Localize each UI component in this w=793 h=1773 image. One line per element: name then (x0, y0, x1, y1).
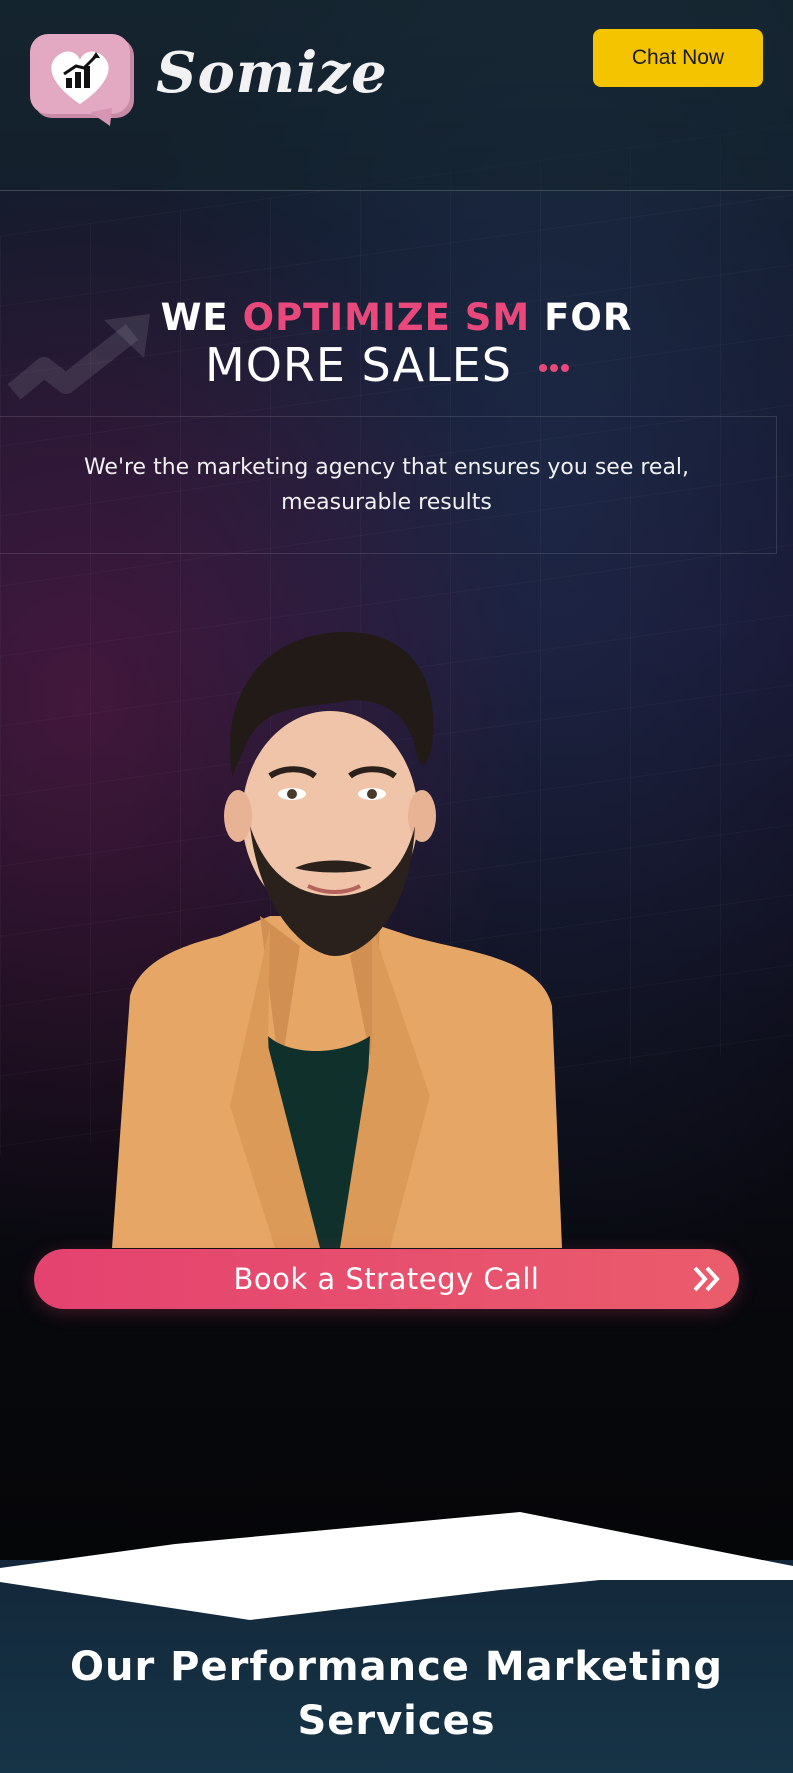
services-title: Our Performance Marketing Services (70, 1644, 723, 1744)
headline-for: FOR (544, 296, 633, 339)
hero-subtitle: We're the marketing agency that ensures … (83, 455, 690, 515)
double-chevron-right-icon (693, 1266, 720, 1292)
founder-portrait (112, 631, 562, 1248)
brand-name[interactable]: Somize (156, 40, 388, 106)
site-header: Somize Chat Now (0, 0, 793, 191)
headline-line1: WE OPTIMIZE SM FOR (0, 296, 793, 339)
headline-highlight: OPTIMIZE SM (242, 296, 531, 339)
dots-icon (539, 364, 569, 372)
headline-line2: MORE SALES (205, 338, 512, 392)
logo-badge-icon[interactable] (30, 34, 142, 128)
section-divider (0, 1512, 793, 1620)
chat-now-button[interactable]: Chat Now (593, 29, 763, 87)
cta-label: Book a Strategy Call (233, 1262, 540, 1296)
book-strategy-call-button[interactable]: Book a Strategy Call (34, 1249, 739, 1309)
headline-we: WE (160, 296, 229, 339)
